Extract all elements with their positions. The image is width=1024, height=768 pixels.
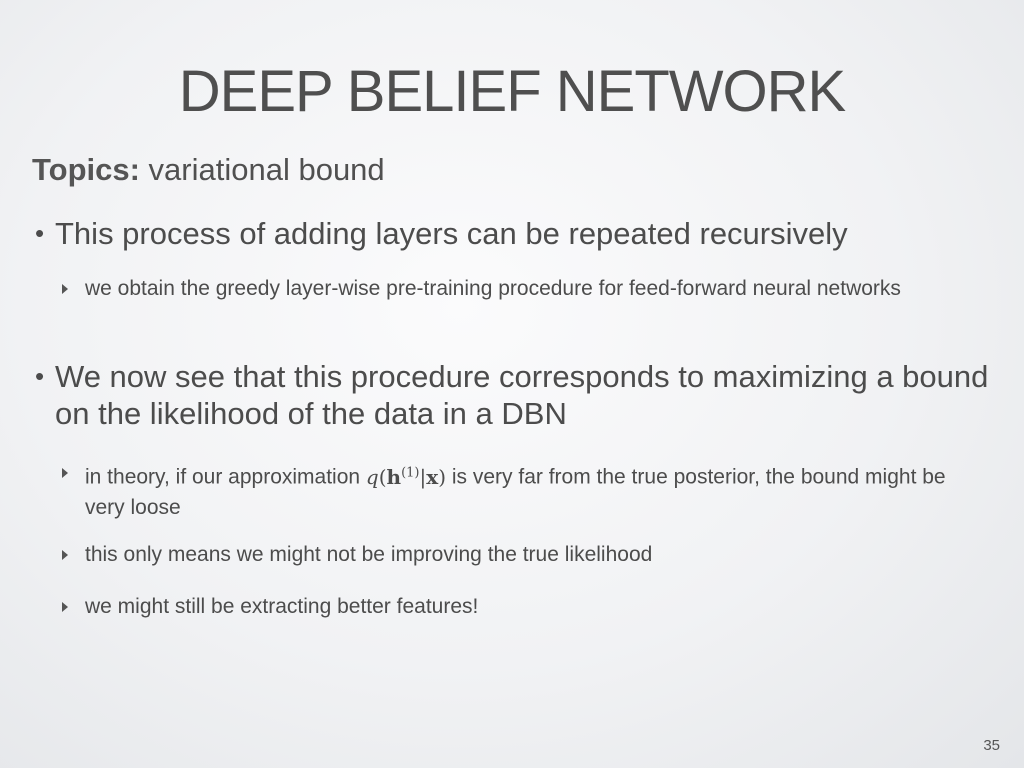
bullet-2: • We now see that this procedure corresp… <box>35 358 995 432</box>
page-number: 35 <box>983 737 1000 754</box>
sub-bullet-3: this only means we might not be improvin… <box>62 540 962 570</box>
triangle-bullet-icon <box>62 284 68 294</box>
sub-bullet-4-text: we might still be extracting better feat… <box>85 595 479 618</box>
slide-title: DEEP BELIEF NETWORK <box>178 59 846 124</box>
slide: DEEP BELIEF NETWORK Topics: variational … <box>0 0 1024 768</box>
topics-label: Topics: <box>32 152 140 187</box>
triangle-bullet-icon <box>62 602 68 612</box>
sub-bullet-3-text: this only means we might not be improvin… <box>85 543 653 566</box>
sub-bullet-4: we might still be extracting better feat… <box>62 592 962 622</box>
sub-bullet-2-text: in theory, if our approximation q(h(1)|x… <box>85 458 962 523</box>
bullet-1-text: This process of adding layers can be rep… <box>55 216 848 251</box>
sub-bullet-1-text: we obtain the greedy layer-wise pre-trai… <box>85 277 901 300</box>
sub-bullet-1: we obtain the greedy layer-wise pre-trai… <box>62 274 962 304</box>
topics-line: Topics: variational bound <box>32 152 385 188</box>
sub-bullet-2: in theory, if our approximation q(h(1)|x… <box>62 458 962 523</box>
triangle-bullet-icon <box>62 468 68 478</box>
triangle-bullet-icon <box>62 550 68 560</box>
math-x: x <box>426 464 439 489</box>
sub-bullet-2-before: in theory, if our approximation <box>85 465 366 489</box>
bullet-2-text: We now see that this procedure correspon… <box>55 359 989 431</box>
bullet-dot-icon: • <box>35 218 45 248</box>
math-expression: q(h(1)|x) <box>365 464 447 489</box>
bullet-1: • This process of adding layers can be r… <box>35 215 995 252</box>
bullet-dot-icon: • <box>35 361 45 391</box>
math-h: h <box>386 464 402 489</box>
topics-value: variational bound <box>139 152 385 187</box>
math-sup: (1) <box>401 465 420 480</box>
math-q: q <box>365 464 379 489</box>
